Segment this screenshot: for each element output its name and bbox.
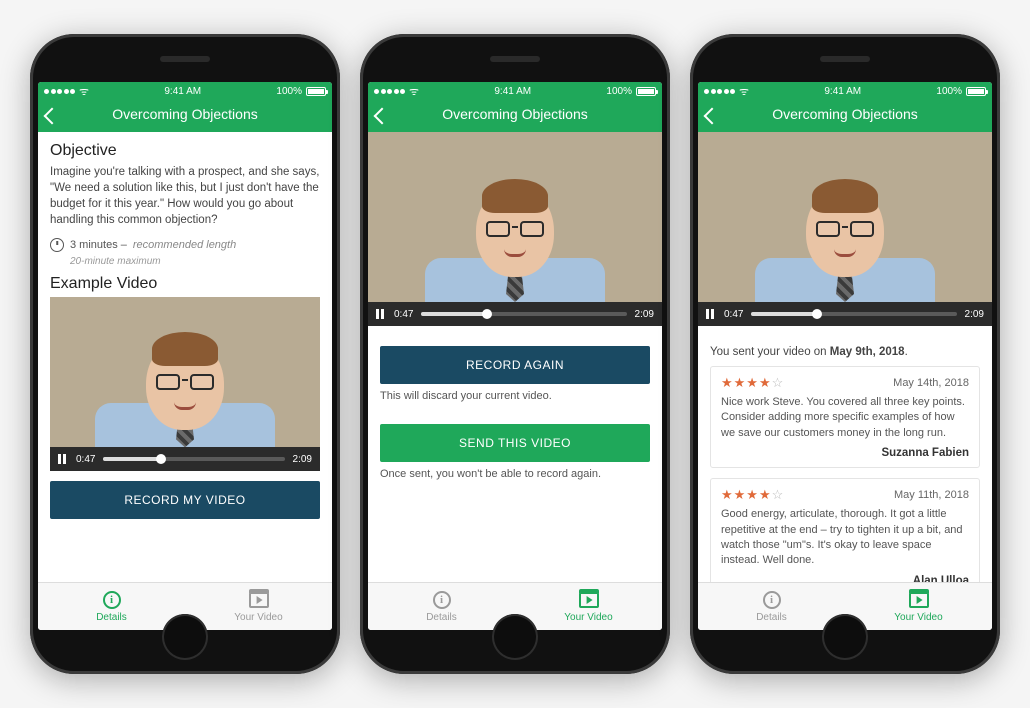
status-time: 9:41 AM — [494, 86, 531, 97]
tab-your-video[interactable]: Your Video — [845, 583, 992, 630]
nav-header: Overcoming Objections — [38, 100, 332, 132]
record-my-video-button[interactable]: RECORD MY VIDEO — [50, 481, 320, 519]
info-icon — [103, 591, 121, 609]
review-date: May 14th, 2018 — [893, 377, 969, 389]
review-card: ★★★★☆ May 11th, 2018 Good energy, articu… — [710, 478, 980, 582]
tab-your-video[interactable]: Your Video — [185, 583, 332, 630]
length-row: 3 minutes – recommended length — [50, 238, 320, 252]
tab-your-video-label: Your Video — [564, 612, 612, 623]
video-time-duration: 2:09 — [635, 309, 654, 320]
wifi-icon: ᯤ — [409, 84, 419, 99]
back-icon[interactable] — [44, 108, 61, 125]
timer-icon — [50, 238, 64, 252]
recorded-video[interactable] — [368, 132, 662, 302]
tab-details[interactable]: Details — [368, 583, 515, 630]
screen-1: ᯤ 9:41 AM 100% Overcoming Objections Obj… — [38, 82, 332, 630]
tab-bar: Details Your Video — [368, 582, 662, 630]
signal-icon — [374, 89, 405, 94]
rating-stars: ★★★★☆ — [721, 487, 784, 503]
review-date: May 11th, 2018 — [894, 489, 969, 501]
signal-icon — [704, 89, 735, 94]
video-icon — [579, 592, 599, 608]
battery-pct: 100% — [606, 86, 632, 97]
tab-bar: Details Your Video — [698, 582, 992, 630]
page-title: Overcoming Objections — [112, 106, 258, 122]
wifi-icon: ᯤ — [739, 84, 749, 99]
video-controls: 0:47 2:09 — [698, 302, 992, 326]
tab-details-label: Details — [756, 612, 787, 623]
screen-3: ᯤ 9:41 AM 100% Overcoming Objections 0:4… — [698, 82, 992, 630]
status-bar: ᯤ 9:41 AM 100% — [38, 82, 332, 100]
video-time-duration: 2:09 — [965, 309, 984, 320]
objective-body: Imagine you're talking with a prospect, … — [50, 164, 320, 228]
tab-your-video[interactable]: Your Video — [515, 583, 662, 630]
review-author: Suzanna Fabien — [721, 447, 969, 459]
tab-details[interactable]: Details — [698, 583, 845, 630]
nav-header: Overcoming Objections — [368, 100, 662, 132]
status-time: 9:41 AM — [824, 86, 861, 97]
tab-your-video-label: Your Video — [894, 612, 942, 623]
review-card: ★★★★☆ May 14th, 2018 Nice work Steve. Yo… — [710, 366, 980, 468]
video-time-current: 0:47 — [724, 309, 743, 320]
video-controls: 0:47 2:09 — [368, 302, 662, 326]
page-title: Overcoming Objections — [442, 106, 588, 122]
phone-3: ᯤ 9:41 AM 100% Overcoming Objections 0:4… — [690, 34, 1000, 674]
objective-heading: Objective — [50, 142, 320, 160]
page-title: Overcoming Objections — [772, 106, 918, 122]
battery-pct: 100% — [936, 86, 962, 97]
battery-icon — [306, 87, 326, 96]
tab-your-video-label: Your Video — [234, 612, 282, 623]
sent-prefix: You sent your video on — [710, 346, 830, 358]
back-icon[interactable] — [374, 108, 391, 125]
status-time: 9:41 AM — [164, 86, 201, 97]
nav-header: Overcoming Objections — [698, 100, 992, 132]
battery-icon — [636, 87, 656, 96]
status-bar: ᯤ 9:41 AM 100% — [698, 82, 992, 100]
phone-2: ᯤ 9:41 AM 100% Overcoming Objections 0:4… — [360, 34, 670, 674]
tab-bar: Details Your Video — [38, 582, 332, 630]
tab-details-label: Details — [96, 612, 127, 623]
info-icon — [433, 591, 451, 609]
length-recommended: recommended length — [133, 239, 236, 251]
sent-note: You sent your video on May 9th, 2018. — [710, 346, 980, 358]
screen-2: ᯤ 9:41 AM 100% Overcoming Objections 0:4… — [368, 82, 662, 630]
sent-suffix: . — [905, 346, 908, 358]
video-icon — [909, 592, 929, 608]
review-text: Good energy, articulate, thorough. It go… — [721, 507, 969, 569]
video-time-duration: 2:09 — [293, 454, 312, 465]
pause-icon[interactable] — [58, 454, 68, 464]
sent-date: May 9th, 2018 — [830, 346, 905, 358]
record-again-button[interactable]: RECORD AGAIN — [380, 346, 650, 384]
info-icon — [763, 591, 781, 609]
status-bar: ᯤ 9:41 AM 100% — [368, 82, 662, 100]
wifi-icon: ᯤ — [79, 84, 89, 99]
rating-stars: ★★★★☆ — [721, 375, 784, 391]
back-icon[interactable] — [704, 108, 721, 125]
review-author: Alan Ulloa — [721, 575, 969, 582]
tab-details[interactable]: Details — [38, 583, 185, 630]
tab-details-label: Details — [426, 612, 457, 623]
send-video-help: Once sent, you won't be able to record a… — [380, 468, 650, 480]
example-video-heading: Example Video — [50, 275, 320, 293]
video-progress[interactable] — [421, 312, 626, 316]
battery-icon — [966, 87, 986, 96]
signal-icon — [44, 89, 75, 94]
send-video-button[interactable]: SEND THIS VIDEO — [380, 424, 650, 462]
video-time-current: 0:47 — [76, 454, 95, 465]
battery-pct: 100% — [276, 86, 302, 97]
video-progress[interactable] — [103, 457, 284, 461]
example-video[interactable] — [50, 297, 320, 447]
record-again-help: This will discard your current video. — [380, 390, 650, 402]
length-maximum: 20-minute maximum — [70, 256, 320, 267]
pause-icon[interactable] — [706, 309, 716, 319]
submitted-video[interactable] — [698, 132, 992, 302]
pause-icon[interactable] — [376, 309, 386, 319]
length-main: 3 minutes – — [70, 239, 127, 251]
review-text: Nice work Steve. You covered all three k… — [721, 395, 969, 441]
video-progress[interactable] — [751, 312, 956, 316]
video-controls: 0:47 2:09 — [50, 447, 320, 471]
video-icon — [249, 592, 269, 608]
video-time-current: 0:47 — [394, 309, 413, 320]
phone-1: ᯤ 9:41 AM 100% Overcoming Objections Obj… — [30, 34, 340, 674]
